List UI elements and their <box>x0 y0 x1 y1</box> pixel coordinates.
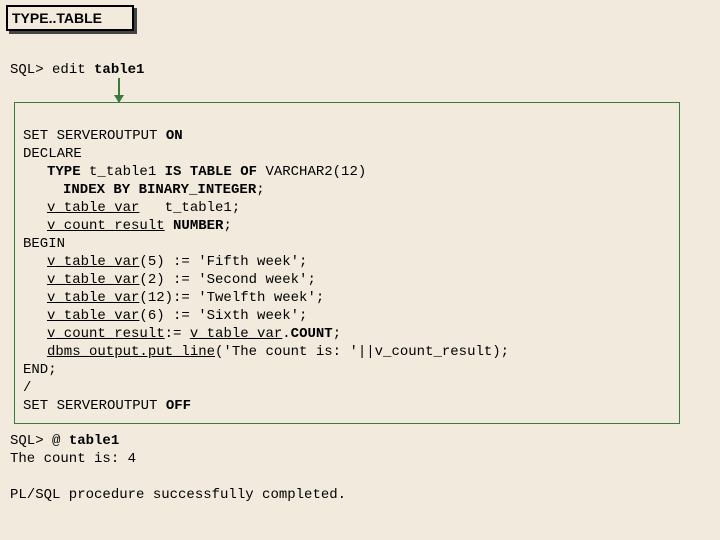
t: VARCHAR2(12) <box>257 164 366 180</box>
out-line: SQL> @ table1 <box>10 433 119 449</box>
t: SET SERVEROUTPUT <box>23 398 166 414</box>
t: (12):= 'Twelfth week'; <box>139 290 324 306</box>
kw-istableof: IS TABLE OF <box>165 164 257 180</box>
output-block: SQL> @ table1 The count is: 4 PL/SQL pro… <box>10 432 346 504</box>
var: v_table_var <box>47 308 139 324</box>
t: (5) := 'Fifth week'; <box>139 254 307 270</box>
t: ; <box>256 182 264 198</box>
code-line: INDEX BY BINARY_INTEGER; <box>23 181 671 199</box>
code-line: v_table_var t_table1; <box>23 199 671 217</box>
title-box: TYPE..TABLE <box>6 5 134 31</box>
kw-indexby: INDEX BY BINARY_INTEGER <box>63 182 256 198</box>
code-line: / <box>23 380 31 396</box>
code-line: TYPE t_table1 IS TABLE OF VARCHAR2(12) <box>23 163 671 181</box>
t: t_table1; <box>139 200 240 216</box>
var: v_table_var <box>47 254 139 270</box>
code-line: v_count_result NUMBER; <box>23 217 671 235</box>
kw-count: COUNT <box>291 326 333 342</box>
var: v_count_result <box>47 218 165 234</box>
out-line: The count is: 4 <box>10 451 136 467</box>
code-line: END; <box>23 362 57 378</box>
code-line: v_table_var(12):= 'Twelfth week'; <box>23 289 671 307</box>
var: v_count_result <box>47 326 165 342</box>
var: v_table_var <box>47 290 139 306</box>
t: t_table1 <box>81 164 165 180</box>
var: v_table_var <box>47 200 139 216</box>
kw-on: ON <box>166 128 183 144</box>
t: ; <box>333 326 341 342</box>
t <box>165 218 173 234</box>
t: (6) := 'Sixth week'; <box>139 308 307 324</box>
out-line: PL/SQL procedure successfully completed. <box>10 487 346 503</box>
kw-type: TYPE <box>47 164 81 180</box>
code-line: v_table_var(6) := 'Sixth week'; <box>23 307 671 325</box>
t: SET SERVEROUTPUT <box>23 128 166 144</box>
slide: TYPE..TABLE SQL> edit table1 SET SERVERO… <box>0 0 720 540</box>
sql-prompt-edit: SQL> edit table1 <box>10 62 144 78</box>
var: v_table_var <box>47 272 139 288</box>
var: v_table_var <box>190 326 282 342</box>
t: SQL> @ <box>10 433 69 449</box>
code-line: v_count_result:= v_table_var.COUNT; <box>23 325 671 343</box>
code-line: dbms_output.put_line('The count is: '||v… <box>23 343 671 361</box>
code-box: SET SERVEROUTPUT ON DECLARE TYPE t_table… <box>14 102 680 424</box>
kw-number: NUMBER <box>173 218 223 234</box>
t: := <box>165 326 190 342</box>
t: . <box>282 326 290 342</box>
code-line: SET SERVEROUTPUT ON <box>23 128 183 144</box>
arrow-down-icon <box>118 78 120 102</box>
edit-filename: table1 <box>94 62 144 78</box>
code-line: v_table_var(2) := 'Second week'; <box>23 271 671 289</box>
t: (2) := 'Second week'; <box>139 272 315 288</box>
code-line: BEGIN <box>23 236 65 252</box>
t: ('The count is: '||v_count_result); <box>215 344 509 360</box>
code-line: v_table_var(5) := 'Fifth week'; <box>23 253 671 271</box>
edit-cmd: edit <box>52 62 94 78</box>
t: ; <box>223 218 231 234</box>
kw-off: OFF <box>166 398 191 414</box>
title-text: TYPE..TABLE <box>12 10 102 26</box>
filename: table1 <box>69 433 119 449</box>
code-line: SET SERVEROUTPUT OFF <box>23 398 191 414</box>
code-line: DECLARE <box>23 146 82 162</box>
sql-label: SQL> <box>10 62 52 78</box>
proc: dbms_output.put_line <box>47 344 215 360</box>
